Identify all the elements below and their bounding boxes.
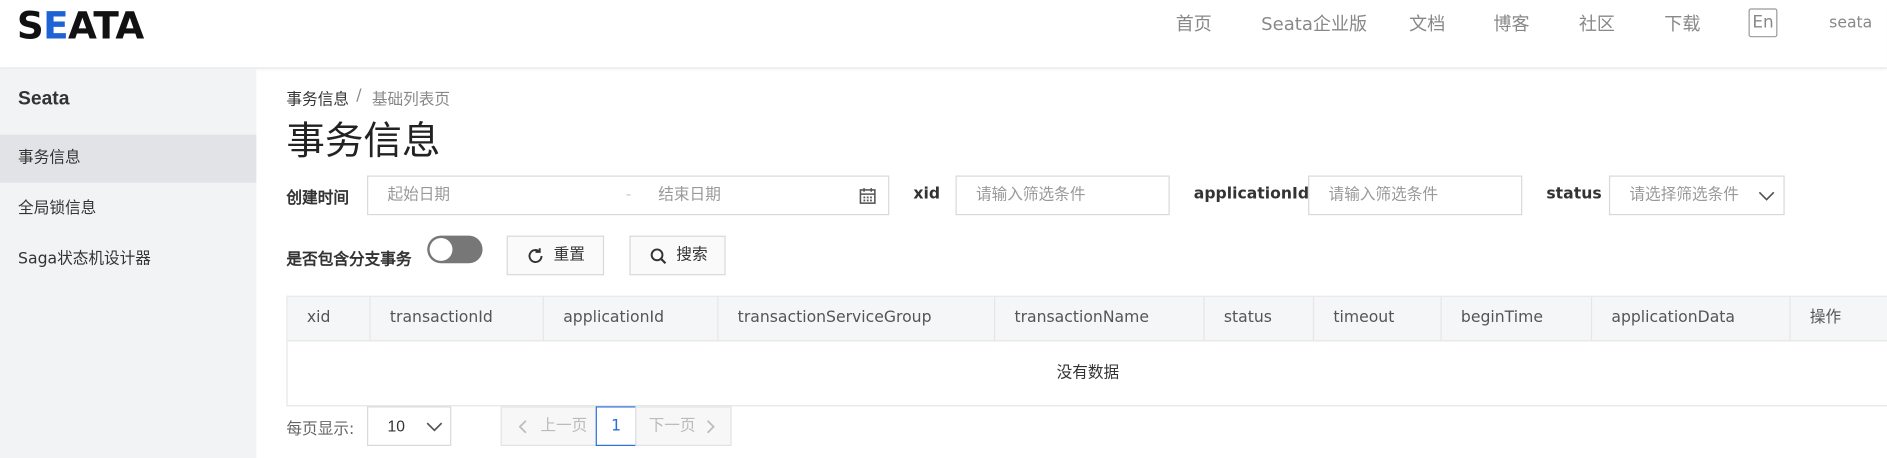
breadcrumb-basic-list: 基础列表页 <box>371 91 451 110</box>
breadcrumb-separator: / <box>356 86 362 105</box>
column-header-status[interactable]: status <box>1205 296 1315 341</box>
prev-page-button[interactable]: 上一页 <box>500 406 597 446</box>
app-root: SEATA 首页 Seata企业版 文档 博客 社区 下载 En seata S… <box>0 0 1887 458</box>
nav-enterprise[interactable]: Seata企业版 <box>1261 0 1367 48</box>
seata-logo[interactable]: SEATA <box>17 7 144 45</box>
calendar-icon[interactable] <box>859 188 876 205</box>
status-placeholder: 请选择筛选条件 <box>1629 186 1739 205</box>
transactions-table: xid transactionId applicationId transact… <box>286 295 1887 407</box>
page-title: 事务信息 <box>286 117 441 164</box>
status-select[interactable]: 请选择筛选条件 <box>1608 175 1785 216</box>
next-page-button[interactable]: 下一页 <box>635 406 732 446</box>
nav-blog[interactable]: 博客 <box>1493 0 1529 48</box>
column-header-begin-time[interactable]: beginTime <box>1442 296 1593 341</box>
xid-input[interactable]: 请输入筛选条件 <box>955 175 1170 216</box>
search-button[interactable]: 搜索 <box>629 235 726 276</box>
xid-label: xid <box>913 185 941 204</box>
user-menu[interactable]: seata <box>1829 0 1872 48</box>
search-icon <box>650 248 667 265</box>
column-header-transaction-name[interactable]: transactionName <box>995 296 1205 341</box>
page-size-label: 每页显示: <box>286 420 355 439</box>
refresh-icon <box>528 248 543 263</box>
column-header-timeout[interactable]: timeout <box>1314 296 1442 341</box>
chevron-right-icon <box>707 420 715 434</box>
date-range-picker[interactable]: 起始日期 - 结束日期 <box>367 175 890 216</box>
column-header-xid[interactable]: xid <box>288 296 371 341</box>
table-header: xid transactionId applicationId transact… <box>287 296 1887 342</box>
page-size-select[interactable]: 10 <box>367 406 452 446</box>
nav-home[interactable]: 首页 <box>1176 0 1212 48</box>
nav-docs[interactable]: 文档 <box>1409 0 1445 48</box>
nav-community[interactable]: 社区 <box>1579 0 1615 48</box>
application-id-label: applicationId <box>1193 185 1310 204</box>
column-header-actions[interactable]: 操作 <box>1791 297 1887 340</box>
search-label: 搜索 <box>676 246 708 265</box>
breadcrumb-transactions[interactable]: 事务信息 <box>286 87 349 109</box>
chevron-down-icon <box>1758 191 1775 201</box>
column-header-application-data[interactable]: applicationData <box>1592 296 1791 341</box>
end-date-input[interactable]: 结束日期 <box>658 177 721 214</box>
sidebar-item-global-locks[interactable]: 全局锁信息 <box>0 185 256 233</box>
date-range-separator: - <box>625 186 632 205</box>
column-header-application-id[interactable]: applicationId <box>544 296 719 341</box>
xid-placeholder: 请输入筛选条件 <box>975 186 1086 205</box>
top-nav-bar: SEATA 首页 Seata企业版 文档 博客 社区 下载 En seata <box>0 0 1887 69</box>
switch-knob <box>429 238 453 261</box>
chevron-left-icon <box>518 420 527 434</box>
sidebar-title: Seata <box>18 88 70 110</box>
sidebar: Seata 事务信息 全局锁信息 Saga状态机设计器 <box>0 68 257 458</box>
column-header-transaction-service-group[interactable]: transactionServiceGroup <box>718 296 996 341</box>
include-branch-switch[interactable] <box>427 235 483 264</box>
reset-button[interactable]: 重置 <box>506 235 605 276</box>
current-page-button[interactable]: 1 <box>595 406 637 446</box>
column-header-transaction-id[interactable]: transactionId <box>371 296 544 341</box>
application-id-input[interactable]: 请输入筛选条件 <box>1308 175 1523 216</box>
language-toggle-button[interactable]: En <box>1748 8 1778 38</box>
create-time-label: 创建时间 <box>286 189 350 208</box>
sidebar-item-transactions[interactable]: 事务信息 <box>0 134 257 183</box>
prev-page-label: 上一页 <box>540 417 588 436</box>
application-id-placeholder: 请输入筛选条件 <box>1328 186 1439 205</box>
chevron-down-icon <box>426 422 443 432</box>
reset-label: 重置 <box>553 246 585 265</box>
sidebar-item-saga-designer[interactable]: Saga状态机设计器 <box>0 236 256 284</box>
start-date-input[interactable]: 起始日期 <box>387 177 450 214</box>
nav-download[interactable]: 下载 <box>1664 0 1700 48</box>
page-size-value: 10 <box>387 417 405 436</box>
status-label: status <box>1546 185 1602 204</box>
include-branch-label: 是否包含分支事务 <box>286 251 412 270</box>
table-empty-message: 没有数据 <box>1056 364 1120 383</box>
next-page-label: 下一页 <box>648 417 696 436</box>
